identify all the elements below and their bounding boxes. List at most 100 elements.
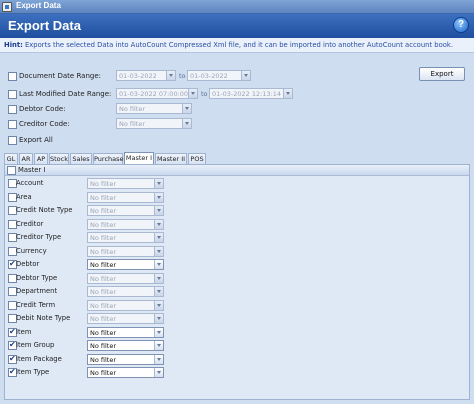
chevron-down-icon[interactable] [154, 233, 163, 242]
debtor-code-field[interactable]: No filter [116, 103, 192, 114]
item-filter[interactable]: No filter [87, 327, 164, 338]
document-date-label: Document Date Range: [19, 72, 101, 80]
debtor-type-filter-value: No filter [90, 275, 117, 283]
creditor-filter-value: No filter [90, 221, 117, 229]
tab-stock[interactable]: Stock [49, 153, 69, 164]
document-date-checkbox[interactable] [8, 72, 17, 81]
chevron-down-icon[interactable] [154, 287, 163, 296]
item-type-filter-value: No filter [90, 369, 117, 377]
hint-text: Exports the selected Data into AutoCount… [22, 41, 454, 49]
item-package-filter[interactable]: No filter [87, 354, 164, 365]
hint-bar: Hint: Exports the selected Data into Aut… [0, 38, 474, 53]
last-modified-to-value: 01-03-2022 12:13:14 [212, 90, 282, 98]
chevron-down-icon[interactable] [154, 328, 163, 337]
creditor-filter[interactable]: No filter [87, 219, 164, 230]
debtor-code-label: Debtor Code: [19, 105, 66, 113]
account-filter[interactable]: No filter [87, 178, 164, 189]
document-date-from-value: 01-03-2022 [119, 72, 157, 80]
currency-filter[interactable]: No filter [87, 246, 164, 257]
chevron-down-icon[interactable] [154, 179, 163, 188]
last-modified-from-field[interactable]: 01-03-2022 07:00:00 [116, 88, 198, 99]
chevron-down-icon[interactable] [154, 193, 163, 202]
chevron-down-icon[interactable] [182, 104, 191, 113]
creditor-label: Creditor [16, 220, 44, 228]
help-icon[interactable]: ? [453, 17, 469, 33]
chevron-down-icon[interactable] [154, 301, 163, 310]
debit-note-type-filter-value: No filter [90, 315, 117, 323]
tab-purchase[interactable]: Purchase [93, 153, 124, 164]
window-title: Export Data [16, 1, 61, 10]
last-modified-label: Last Modified Date Range: [19, 90, 112, 98]
last-modified-from-value: 01-03-2022 07:00:00 [119, 90, 189, 98]
tab-gl[interactable]: GL [4, 153, 18, 164]
chevron-down-icon[interactable] [154, 314, 163, 323]
chevron-down-icon[interactable] [154, 220, 163, 229]
chevron-down-icon[interactable] [188, 89, 197, 98]
page-header: Export Data ? [0, 14, 474, 38]
item-group-label: Item Group [16, 341, 55, 349]
debtor-filter[interactable]: No filter [87, 259, 164, 270]
chevron-down-icon[interactable] [154, 274, 163, 283]
account-filter-value: No filter [90, 180, 117, 188]
account-label: Account [16, 179, 44, 187]
chevron-down-icon[interactable] [154, 247, 163, 256]
chevron-down-icon[interactable] [166, 71, 175, 80]
export-all-label: Export All [19, 136, 53, 144]
tab-ar[interactable]: AR [19, 153, 33, 164]
app-icon [2, 2, 12, 12]
last-modified-checkbox[interactable] [8, 90, 17, 99]
tab-ap[interactable]: AP [34, 153, 48, 164]
last-modified-to-label: to [201, 90, 208, 98]
creditor-type-filter-value: No filter [90, 234, 117, 242]
credit-term-label: Credit Term [16, 301, 56, 309]
chevron-down-icon[interactable] [182, 119, 191, 128]
credit-note-type-label: Credit Note Type [16, 206, 73, 214]
credit-term-filter-value: No filter [90, 302, 117, 310]
creditor-code-checkbox[interactable] [8, 120, 17, 129]
export-all-checkbox[interactable] [8, 136, 17, 145]
document-date-to-field[interactable]: 01-03-2022 [187, 70, 251, 81]
last-modified-to-field[interactable]: 01-03-2022 12:13:14 [209, 88, 293, 99]
debtor-code-checkbox[interactable] [8, 105, 17, 114]
item-package-filter-value: No filter [90, 356, 117, 364]
item-filter-value: No filter [90, 329, 117, 337]
master-i-panel [4, 164, 470, 400]
creditor-type-filter[interactable]: No filter [87, 232, 164, 243]
debtor-filter-value: No filter [90, 261, 117, 269]
group-checkbox[interactable] [7, 166, 16, 175]
debtor-label: Debtor [16, 260, 40, 268]
chevron-down-icon[interactable] [154, 260, 163, 269]
area-filter-value: No filter [90, 194, 117, 202]
credit-term-filter[interactable]: No filter [87, 300, 164, 311]
tab-pos[interactable]: POS [188, 153, 206, 164]
area-filter[interactable]: No filter [87, 192, 164, 203]
tab-sales[interactable]: Sales [70, 153, 92, 164]
debit-note-type-filter[interactable]: No filter [87, 313, 164, 324]
chevron-down-icon[interactable] [154, 341, 163, 350]
creditor-code-label: Creditor Code: [19, 120, 70, 128]
chevron-down-icon[interactable] [154, 206, 163, 215]
creditor-code-field[interactable]: No filter [116, 118, 192, 129]
item-type-filter[interactable]: No filter [87, 367, 164, 378]
chevron-down-icon[interactable] [154, 355, 163, 364]
debtor-code-value: No filter [119, 105, 146, 113]
tab-master-ii[interactable]: Master II [155, 153, 187, 164]
debtor-type-filter[interactable]: No filter [87, 273, 164, 284]
department-label: Department [16, 287, 58, 295]
area-label: Area [16, 193, 32, 201]
tab-master-i[interactable]: Master I [124, 152, 154, 164]
debit-note-type-label: Debit Note Type [16, 314, 71, 322]
export-button[interactable]: Export [419, 67, 465, 81]
department-filter[interactable]: No filter [87, 286, 164, 297]
document-date-from-field[interactable]: 01-03-2022 [116, 70, 176, 81]
item-package-label: Item Package [16, 355, 62, 363]
chevron-down-icon[interactable] [154, 368, 163, 377]
document-date-to-label: to [179, 72, 186, 80]
credit-note-type-filter[interactable]: No filter [87, 205, 164, 216]
item-group-filter-value: No filter [90, 342, 117, 350]
group-header: Master I [5, 165, 469, 176]
item-group-filter[interactable]: No filter [87, 340, 164, 351]
chevron-down-icon[interactable] [241, 71, 250, 80]
chevron-down-icon[interactable] [283, 89, 292, 98]
department-filter-value: No filter [90, 288, 117, 296]
